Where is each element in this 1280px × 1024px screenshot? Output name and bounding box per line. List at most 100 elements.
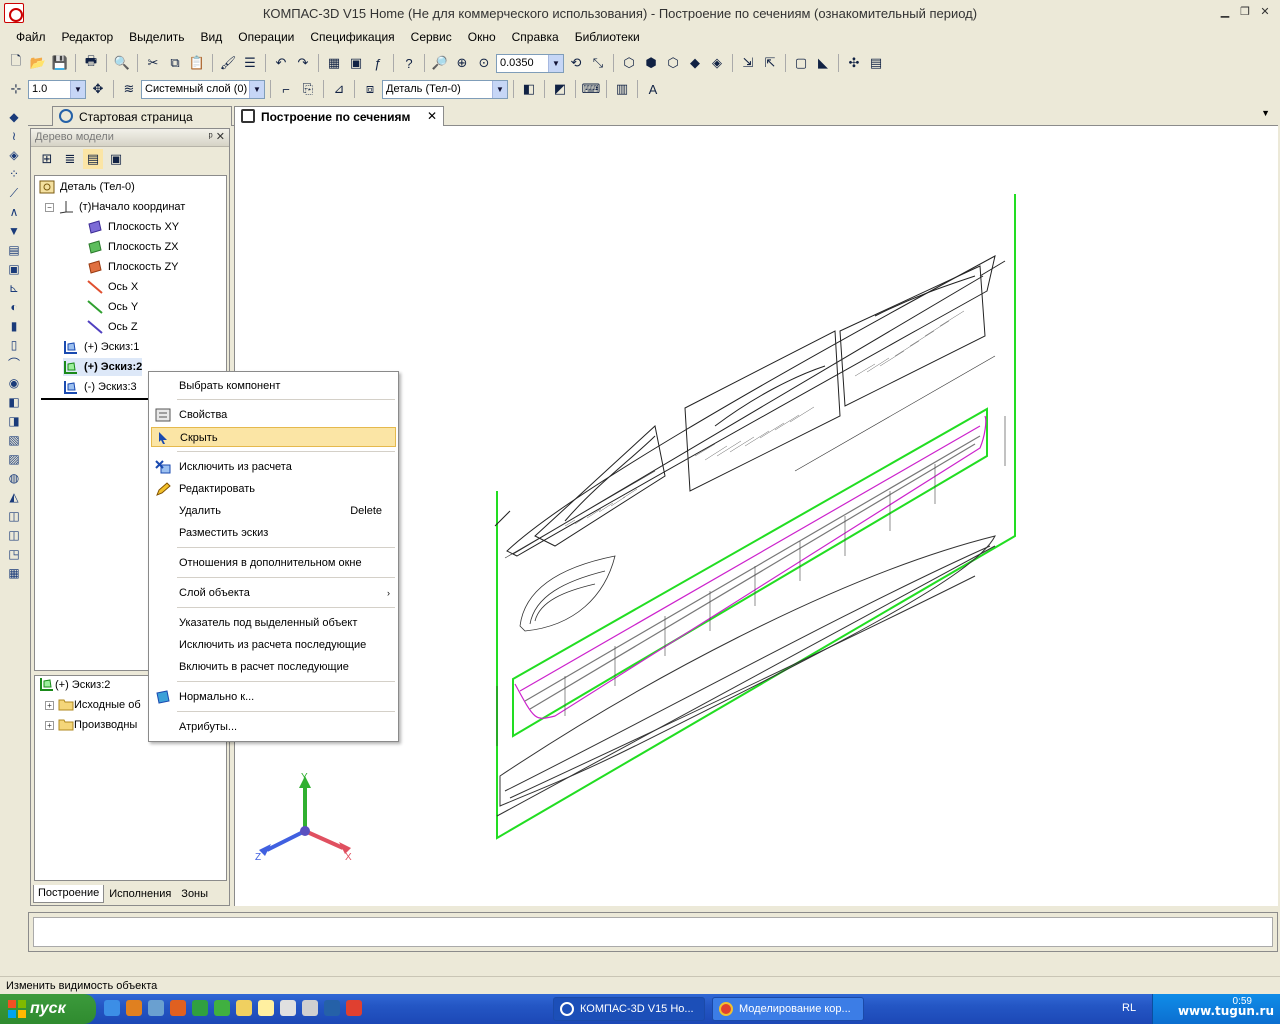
tree-node-sketch-1[interactable]: (+) Эскиз:1 [63,338,139,356]
menu-select[interactable]: Выделить [121,28,192,46]
menu-attributes[interactable]: Атрибуты... [151,717,396,737]
close-window-button[interactable]: ✕ [1256,5,1274,21]
layer-combo[interactable]: Системный слой (0) ▼ [141,79,265,99]
ie-icon[interactable] [104,1000,120,1016]
tree-node-sketch-3[interactable]: (-) Эскиз:3 [63,378,137,396]
tree-node-axis-y[interactable]: Ось Y [87,298,138,316]
properties-panel[interactable] [33,917,1273,947]
menu-pointer[interactable]: Указатель под выделенный объект [151,613,396,633]
zoom-all-icon[interactable]: ⊕ [452,53,472,73]
material-icon[interactable]: ◩ [550,79,570,99]
firefox-icon[interactable] [170,1000,186,1016]
hidden-lines-icon[interactable]: ⬢ [641,53,661,73]
spec-icon[interactable]: ▤ [5,241,23,259]
undo-icon[interactable]: ↶ [271,53,291,73]
close-tab-button[interactable]: ✕ [427,109,437,123]
kompas-quick-icon[interactable] [324,1000,340,1016]
expand-source-icon[interactable]: + [45,700,54,710]
menu-hide[interactable]: Скрыть [151,427,396,447]
relations-root[interactable]: (+) Эскиз:2 [39,676,110,694]
tree-node-sketch-2[interactable]: (+) Эскиз:2 [63,358,143,376]
relations-source-objects[interactable]: + Исходные об [45,696,141,714]
tree-node-plane-xy[interactable]: Плоскость XY [87,218,179,236]
detail-combo[interactable]: Деталь (Тел-0) ▼ [382,79,508,99]
menu-operations[interactable]: Операции [230,28,302,46]
zoom-combo[interactable]: 0.0350 ▼ [496,53,564,73]
zoom-window-icon[interactable]: 🔎 [430,53,450,73]
cut-icon[interactable]: ✂ [143,53,163,73]
sticky-icon[interactable] [258,1000,274,1016]
select-filter-icon[interactable]: ⇱ [760,53,780,73]
sheet-metal-icon[interactable]: ◐ [5,298,23,316]
new-file-icon[interactable]: 🗋 [6,53,26,73]
report-icon[interactable]: ▣ [5,260,23,278]
open-file-icon[interactable]: 📂 [28,53,48,73]
menu-include-following[interactable]: Включить в расчет последующие [151,657,396,677]
relations-derived-objects[interactable]: + Производны [45,716,137,734]
menu-specification[interactable]: Спецификация [302,28,402,46]
cut-extrude-icon[interactable]: ◫ [5,507,23,525]
menu-exclude-following[interactable]: Исключить из расчета последующие [151,635,396,655]
menu-delete[interactable]: Удалить Delete [151,501,396,521]
save-icon[interactable]: 💾 [50,53,70,73]
menu-place-sketch[interactable]: Разместить эскиз [151,523,396,543]
step-cursor-icon[interactable]: ⊹ [6,79,26,99]
perspective-icon[interactable]: ◣ [813,53,833,73]
menu-select-component[interactable]: Выбрать компонент [151,376,396,396]
library-icon[interactable]: ▣ [346,53,366,73]
edit-detail-icon[interactable]: ◆ [5,108,23,126]
tree-node-axis-x[interactable]: Ось X [87,278,138,296]
menu-editor[interactable]: Редактор [54,28,122,46]
tree-node-plane-zx[interactable]: Плоскость ZX [87,238,179,256]
app-icon[interactable] [148,1000,164,1016]
print-icon[interactable]: 🖶 [81,53,101,73]
manager-icon[interactable]: ▦ [324,53,344,73]
edit-quick-icon[interactable] [302,1000,318,1016]
cube-icon[interactable]: ▢ [791,53,811,73]
menu-libraries[interactable]: Библиотеки [567,28,648,46]
menu-window[interactable]: Окно [460,28,504,46]
mirror-icon[interactable]: ◫ [5,526,23,544]
menu-exclude[interactable]: Исключить из расчета [151,457,396,477]
detail-icon[interactable]: ⧈ [360,79,380,99]
properties-list-icon[interactable]: ☰ [240,53,260,73]
tab-start-page[interactable]: Стартовая страница [52,106,232,126]
minimize-button[interactable]: ▁ [1216,5,1234,21]
text-icon[interactable]: A [643,79,663,99]
menu-normal-to[interactable]: Нормально к... [151,687,396,707]
tree-node-origin[interactable]: − (т)Начало координат [45,198,185,216]
hole-icon[interactable]: ◍ [5,469,23,487]
aux-geometry-icon[interactable]: ⟋ [5,184,23,202]
expand-derived-icon[interactable]: + [45,720,54,730]
tree-structure-icon[interactable]: ≣ [60,149,80,169]
media-icon[interactable] [126,1000,142,1016]
start-button[interactable]: пуск [0,994,96,1024]
chamfer-icon[interactable]: ◨ [5,412,23,430]
tab-build[interactable]: Построение [33,885,105,903]
rotate-icon[interactable]: ⟲ [566,53,586,73]
language-indicator[interactable]: RL [1122,1002,1136,1014]
measure-icon[interactable]: ⌨ [581,79,601,99]
tab-loft-document[interactable]: Построение по сечениям ✕ [234,106,444,126]
rib-icon[interactable]: ▧ [5,431,23,449]
tab-versions[interactable]: Исполнения [104,885,176,903]
halftone-icon[interactable]: ◆ [685,53,705,73]
winamp-icon[interactable] [192,1000,208,1016]
task-kompas[interactable]: КОМПАС-3D V15 Ho... [553,997,705,1021]
extrude-icon[interactable]: ▮ [5,317,23,335]
menu-help[interactable]: Справка [504,28,567,46]
menu-properties[interactable]: Свойства [151,405,396,425]
array-icon[interactable]: ⁘ [5,165,23,183]
measure-panel-icon[interactable]: ∧ [5,203,23,221]
settings-icon[interactable]: ▤ [866,53,886,73]
layers-icon[interactable]: ≋ [119,79,139,99]
hidden-thin-icon[interactable]: ⬡ [663,53,683,73]
loft-icon[interactable]: ◉ [5,374,23,392]
copy-feature-icon[interactable]: ◳ [5,545,23,563]
halftone-edges-icon[interactable]: ◈ [707,53,727,73]
spline-icon[interactable]: ≀ [5,127,23,145]
edit-sketch-icon[interactable]: ⎘ [298,79,318,99]
panel-close-icon[interactable]: ✕ [216,131,225,143]
menu-view[interactable]: Вид [193,28,231,46]
snap-toggle-icon[interactable]: ✥ [88,79,108,99]
